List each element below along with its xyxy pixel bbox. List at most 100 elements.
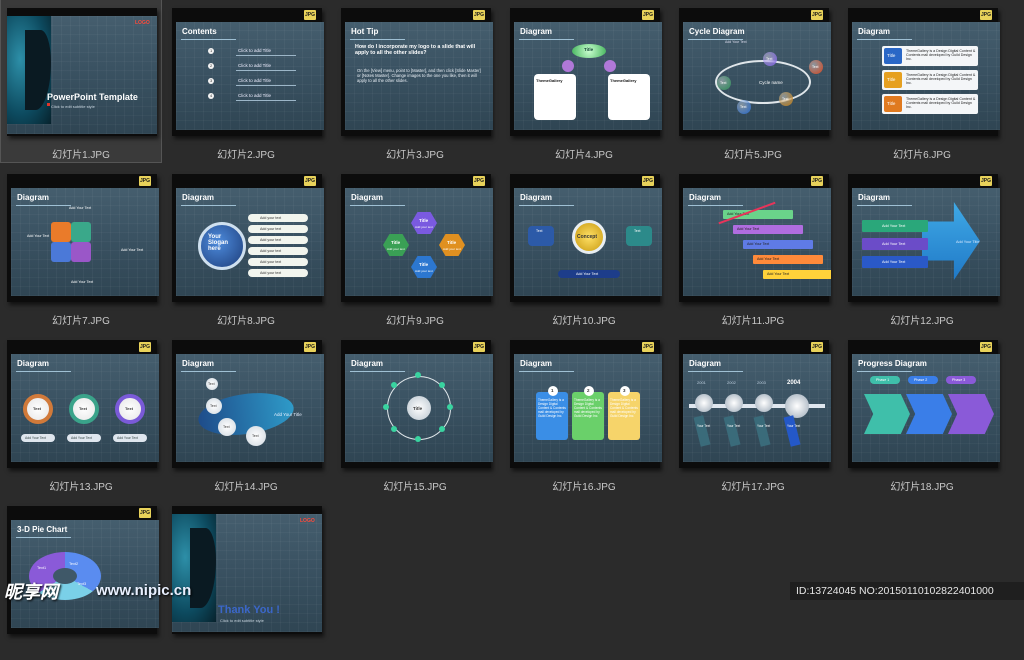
- slide-canvas: Diagram Add Your Text Add Your Text Add You…: [11, 188, 159, 296]
- slide-thumbnail[interactable]: JPG Diagram Your Slogan here Add your text A…: [166, 166, 326, 328]
- slide-title: Diagram: [858, 27, 891, 36]
- cover-subtitle: Click to edit subtitle style: [220, 618, 264, 623]
- hexagon-shape: [383, 234, 409, 256]
- slide-canvas: Diagram Add Your Text Add Your Text Add You…: [683, 188, 831, 296]
- thumbnail-label: 幻灯片2.JPG: [217, 150, 275, 161]
- jpg-badge-icon: JPG: [642, 10, 654, 20]
- slide-thumbnail[interactable]: JPG Diagram 1 ThemeGallery is a Design Digi…: [504, 332, 664, 494]
- puzzle-text: Add Your Text: [71, 280, 94, 284]
- slogan-item-text: Add your text: [260, 249, 282, 253]
- card-number: 1: [551, 388, 554, 393]
- concept-label: Concept: [577, 234, 597, 240]
- slide-frame: JPG Diagram Title: [341, 340, 493, 468]
- slide-title: Diagram: [520, 193, 553, 202]
- hexagon-shape: [439, 234, 465, 256]
- slide-thumbnail[interactable]: JPG Diagram Add Your Text Add Your Text Add …: [673, 166, 833, 328]
- slide-frame: JPG Diagram Add Your Text Add Your Text Add …: [7, 174, 159, 302]
- jpg-badge-icon: JPG: [980, 176, 992, 186]
- jpg-badge-icon: JPG: [642, 176, 654, 186]
- item-underline: [236, 100, 296, 101]
- radial-node: [391, 426, 397, 432]
- hex-title: Title: [391, 240, 401, 245]
- slide-title: Progress Diagram: [858, 359, 927, 368]
- slide-thumbnail[interactable]: JPG Hot Tip How do I incorporate my logo t…: [335, 0, 495, 162]
- radial-node: [415, 436, 421, 442]
- title-underline: [350, 205, 405, 206]
- slide-frame: JPG Contents 1 Click to add Title 2 Click to …: [172, 8, 324, 136]
- slide-title: Diagram: [351, 193, 384, 202]
- face-silhouette-image: [7, 16, 51, 124]
- title-underline: [857, 371, 912, 372]
- contents-item: Click to add Title: [238, 93, 272, 98]
- slide-canvas: Diagram Concept Text Text Add Your Text: [514, 188, 662, 296]
- ring-text: Text: [125, 406, 133, 411]
- stair-text: Add Your Text: [757, 257, 780, 261]
- slide-title: Diagram: [182, 359, 215, 368]
- jpg-badge-icon: JPG: [642, 342, 654, 352]
- bullet-dot: [47, 103, 50, 106]
- slide-canvas: Diagram Title ThemeGallery ThemeGallery: [514, 22, 662, 130]
- slide-thumbnail[interactable]: JPG Diagram Title Add your text Title Add you…: [335, 166, 495, 328]
- pie-label: Text1: [37, 566, 47, 570]
- title-underline: [857, 205, 912, 206]
- thumbnail-label: 幻灯片10.JPG: [552, 316, 616, 327]
- hex-sub: Add your text: [415, 225, 433, 229]
- spiral-title: Add Your Title: [274, 412, 302, 417]
- slide-thumbnail[interactable]: JPG Progress Diagram Phase 1 Phase 2 Phase 3…: [842, 332, 1002, 494]
- slide-thumbnail[interactable]: LOGO PowerPoint Template Click to edit sub…: [0, 0, 162, 163]
- slide-title: Contents: [182, 27, 217, 36]
- slide-title: Diagram: [689, 359, 722, 368]
- timeline-year: 2002: [727, 380, 736, 385]
- jpg-badge-icon: JPG: [139, 508, 151, 518]
- puzzle-text: Add Your Text: [69, 206, 92, 210]
- jpg-badge-icon: JPG: [473, 176, 485, 186]
- slide-thumbnail[interactable]: JPG Diagram Title ThemeGallery is a Design …: [842, 0, 1002, 162]
- hex-title: Title: [447, 240, 457, 245]
- connector-right: [604, 60, 616, 72]
- slide-thumbnail[interactable]: JPG Contents 1 Click to add Title 2 Click to …: [166, 0, 326, 162]
- slide-thumbnail[interactable]: JPG Diagram Concept Text Text Add Your Text 幻灯…: [504, 166, 664, 328]
- slide-frame: JPG Cycle Diagram Cycle name Text Text Text Te…: [679, 8, 831, 136]
- slide-thumbnail[interactable]: JPG Diagram Title 幻灯片15.JPG: [335, 332, 495, 494]
- jpg-badge-icon: JPG: [980, 342, 992, 352]
- slide-thumbnail[interactable]: JPG Diagram Text Add Your Text Text Add Your …: [1, 332, 161, 494]
- thumbnail-label: 幻灯片18.JPG: [890, 482, 954, 493]
- contents-item: Click to add Title: [238, 78, 272, 83]
- jpg-badge-icon: JPG: [473, 342, 485, 352]
- thumbnail-label: 幻灯片8.JPG: [217, 316, 275, 327]
- cycle-node-text: Text: [766, 57, 773, 61]
- slide-thumbnail[interactable]: JPG Cycle Diagram Cycle name Text Text Text Te…: [673, 0, 833, 162]
- slide-thumbnail[interactable]: JPG Diagram Title ThemeGallery ThemeGallery 幻…: [504, 0, 664, 162]
- slide-frame: JPG Diagram Your Slogan here Add your text A…: [172, 174, 324, 302]
- slide-thumbnail[interactable]: JPG Diagram Add Your Text Add Your Text Add …: [842, 166, 1002, 328]
- slide-thumbnail[interactable]: LOGO Thank You ! Click to edit subtitle st…: [166, 498, 326, 660]
- thumbnail-label: 幻灯片13.JPG: [49, 482, 113, 493]
- slide-canvas: Progress Diagram Phase 1 Phase 2 Phase 3: [852, 354, 1000, 462]
- arrow-title: Add Your Title: [956, 240, 980, 244]
- card-body: ThemeGallery is a Design Digital Content…: [574, 398, 602, 418]
- stair-text: Add Your Text: [737, 227, 760, 231]
- stair-text: Add Your Text: [767, 272, 790, 276]
- slide-thumbnail[interactable]: JPG Diagram 2001 Your Text 2002 Your Text 2003…: [673, 332, 833, 494]
- watermark-logo: 昵享网: [4, 582, 58, 602]
- phase-label: Phase 2: [914, 378, 928, 382]
- slide-canvas: Diagram Text Add Your Text Text Add Your Tex…: [11, 354, 159, 462]
- number-text: 4: [210, 93, 213, 98]
- slide-thumbnail[interactable]: JPG Diagram Text Text Text Text Add Your Title…: [166, 332, 326, 494]
- jpg-badge-icon: JPG: [980, 10, 992, 20]
- ring-caption-text: Add Your Text: [117, 436, 138, 440]
- thumbnail-label: 幻灯片5.JPG: [724, 150, 782, 161]
- slide-thumbnail[interactable]: JPG Diagram Add Your Text Add Your Text Add …: [1, 166, 161, 328]
- spiral-text: Text: [252, 434, 259, 438]
- title-underline: [519, 39, 574, 40]
- slide-frame: JPG 3-D Pie Chart Text1 Text2 Text3: [7, 506, 159, 634]
- jpg-badge-icon: JPG: [811, 342, 823, 352]
- timeline-year: 2004: [787, 380, 801, 386]
- slogan-item-text: Add your text: [260, 271, 282, 275]
- arrow-bar-text: Add Your Text: [882, 260, 906, 264]
- slide-title: Diagram: [182, 193, 215, 202]
- cycle-label: Add Your Text: [725, 40, 747, 44]
- thumbnail-label: 幻灯片16.JPG: [552, 482, 616, 493]
- radial-node: [383, 404, 389, 410]
- slide-title: Diagram: [17, 359, 50, 368]
